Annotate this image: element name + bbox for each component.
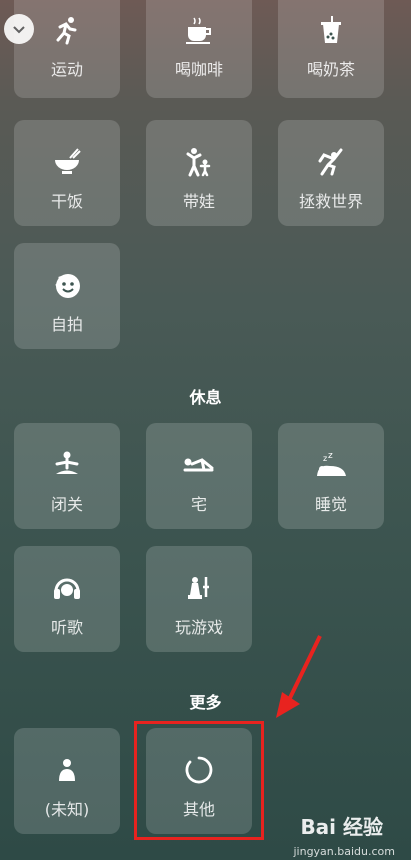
status-tile-save-world[interactable]: 拯救世界 [278,120,384,226]
status-tile-sleep[interactable]: zz 睡觉 [278,423,384,529]
person-icon [47,750,87,790]
status-tile-unknown[interactable]: (未知) [14,728,120,834]
section-title-more: 更多 [189,693,222,712]
status-tile-homebody[interactable]: 宅 [146,423,252,529]
game-piece-icon [179,568,219,608]
status-tile-music[interactable]: 听歌 [14,546,120,652]
tile-label: 干饭 [50,192,83,211]
tile-label: (未知) [44,800,90,819]
tile-label: 带娃 [182,192,215,211]
tile-label: 宅 [190,495,207,514]
headphones-icon [47,568,87,608]
tile-label: 睡觉 [314,495,347,514]
parent-child-icon [179,142,219,182]
status-tile-retreat[interactable]: 闭关 [14,423,120,529]
bubble-tea-icon [311,10,351,50]
annotation-arrow-icon [276,635,322,718]
running-person-icon [47,10,87,50]
status-tile-selfie[interactable]: 自拍 [14,243,120,349]
tile-label: 自拍 [50,315,83,334]
selfie-face-icon [47,265,87,305]
status-tile-coffee[interactable]: 喝咖啡 [146,0,252,98]
tile-label: 拯救世界 [298,192,363,211]
highlight-box [134,721,264,840]
tile-label: 喝咖啡 [174,60,223,79]
svg-text:z: z [328,451,333,461]
status-tile-exercise[interactable]: 运动 [14,0,120,98]
status-tile-eat[interactable]: 干饭 [14,120,120,226]
section-title-rest: 休息 [189,388,222,407]
svg-text:z: z [323,454,327,463]
coffee-cup-icon [179,10,219,50]
tile-label: 喝奶茶 [306,60,355,79]
meditation-icon [47,445,87,485]
tile-label: 运动 [50,60,83,79]
tile-label: 闭关 [50,495,83,514]
sleeping-icon: zz [311,445,351,485]
status-tile-childcare[interactable]: 带娃 [146,120,252,226]
superhero-icon [311,142,351,182]
watermark-url: jingyan.baidu.com [293,845,395,858]
watermark-logo: Bai 经验 [300,815,383,839]
tile-label: 听歌 [50,618,83,637]
status-tile-milktea[interactable]: 喝奶茶 [278,0,384,98]
lying-down-icon [179,445,219,485]
status-tile-gaming[interactable]: 玩游戏 [146,546,252,652]
rice-bowl-icon [47,142,87,182]
tile-label: 玩游戏 [174,618,223,637]
